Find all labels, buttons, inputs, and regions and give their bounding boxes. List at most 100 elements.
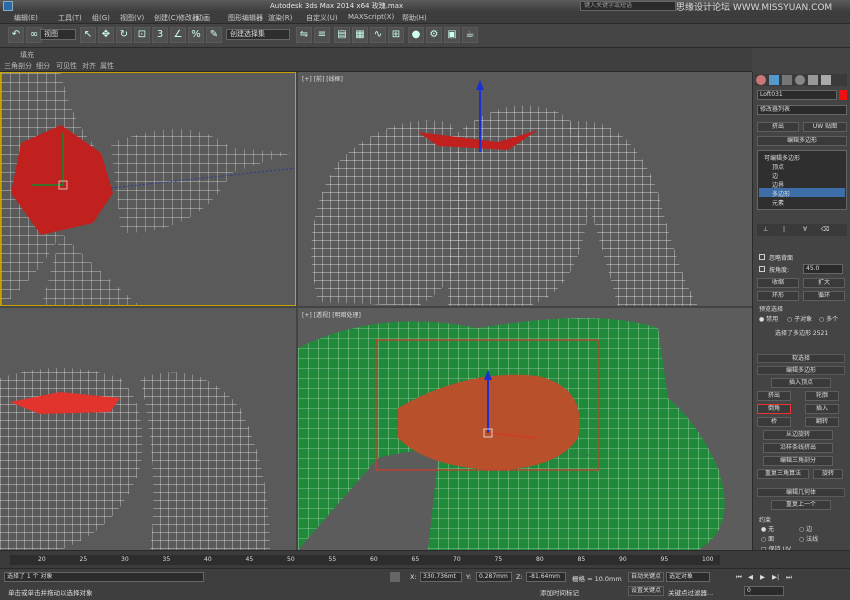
set-key-button[interactable]: 设置关键点 — [628, 586, 664, 596]
turn-button[interactable]: 旋转 — [813, 469, 843, 479]
ignore-backface-checkbox[interactable] — [759, 254, 765, 260]
undo-icon[interactable]: ↶ — [8, 27, 24, 43]
bridge-button[interactable]: 桥 — [757, 417, 791, 427]
mirror-icon[interactable]: ⇋ — [296, 27, 312, 43]
x-coordinate-field[interactable]: 330.736mt — [420, 572, 462, 582]
inset-button[interactable]: 插入 — [805, 404, 839, 414]
selection-filter-dropdown[interactable]: 视图 — [40, 29, 76, 40]
viewport-perspective-label[interactable]: [+] [透视] [明暗处理] — [302, 310, 361, 319]
extrude-along-spline-button[interactable]: 沿样条线挤出 — [763, 443, 833, 453]
time-slider-track[interactable] — [10, 555, 720, 565]
move-icon[interactable]: ✥ — [98, 27, 114, 43]
retriangulate-button[interactable]: 重复三角算法 — [757, 469, 809, 479]
menu-help[interactable]: 帮助(H) — [402, 13, 427, 23]
motion-tab-icon[interactable] — [795, 75, 805, 85]
lock-selection-icon[interactable] — [390, 572, 400, 582]
viewport-perspective[interactable]: [+] [透视] [明暗处理] — [298, 308, 752, 550]
viewport-front[interactable]: [+] [前] [线框] — [298, 72, 752, 306]
menu-tools[interactable]: 工具(T) — [58, 13, 82, 23]
y-coordinate-field[interactable]: 0.287mm — [476, 572, 512, 582]
align-icon[interactable]: ≡ — [314, 27, 330, 43]
app-logo-icon[interactable] — [3, 1, 13, 11]
edit-poly-button[interactable]: 编辑多边形 — [757, 136, 847, 146]
selected-set-dropdown[interactable]: 选定对象 — [666, 572, 710, 582]
display-tab-icon[interactable] — [808, 75, 818, 85]
remove-modifier-icon[interactable]: ⌫ — [821, 226, 829, 233]
soft-selection-rollout[interactable]: 软选择 — [757, 354, 845, 363]
by-angle-checkbox[interactable] — [759, 266, 765, 272]
percent-snap-icon[interactable]: % — [188, 27, 204, 43]
add-time-tag[interactable]: 添加时间标记 — [540, 587, 579, 597]
stack-vertex[interactable]: 顶点 — [772, 162, 784, 171]
ribbon-tab-subdivision[interactable]: 细分 — [36, 61, 50, 71]
ribbon-tab-align[interactable]: 对齐 — [82, 61, 96, 71]
snap-icon[interactable]: 3 — [152, 27, 168, 43]
key-filters-button[interactable]: 关键点过滤器... — [668, 587, 713, 597]
shrink-button[interactable]: 收缩 — [757, 278, 799, 288]
show-end-result-icon[interactable]: | — [783, 226, 785, 233]
menu-group[interactable]: 组(G) — [92, 13, 110, 23]
edit-triangulation-button[interactable]: 编辑三角剖分 — [763, 456, 833, 466]
extrude-button[interactable]: 挤出 — [757, 391, 791, 401]
menu-animation[interactable]: 动画 — [196, 13, 210, 23]
auto-key-button[interactable]: 自动关键点 — [628, 572, 664, 582]
pin-stack-icon[interactable]: ⊥ — [763, 226, 768, 233]
edit-named-selection-icon[interactable]: ✎ — [206, 27, 222, 43]
current-frame-field[interactable]: 0 — [744, 586, 784, 596]
render-icon[interactable]: ☕ — [462, 27, 478, 43]
hinge-from-edge-button[interactable]: 从边旋转 — [763, 430, 833, 440]
preview-multi-radio[interactable]: ○ 多个 — [819, 314, 838, 323]
constraint-face-radio[interactable]: ○ 面 — [761, 534, 774, 543]
ribbon-tab-triangulation[interactable]: 三角剖分 — [4, 61, 32, 71]
stack-editable-poly[interactable]: 可编辑多边形 — [764, 153, 800, 162]
ring-button[interactable]: 环形 — [757, 291, 799, 301]
modify-tab-icon[interactable] — [769, 75, 779, 85]
z-coordinate-field[interactable]: -81.64mm — [526, 572, 566, 582]
go-end-icon[interactable]: ⏭ — [786, 573, 792, 582]
object-color-swatch[interactable] — [839, 90, 847, 100]
schematic-icon[interactable]: ⊞ — [388, 27, 404, 43]
preview-subobject-radio[interactable]: ○ 子对象 — [787, 314, 812, 323]
layer-icon[interactable]: ▤ — [334, 27, 350, 43]
preview-disable-radio[interactable]: ● 禁用 — [759, 314, 778, 323]
next-frame-icon[interactable]: ▶| — [772, 573, 779, 581]
rotate-icon[interactable]: ↻ — [116, 27, 132, 43]
menu-graph-editors[interactable]: 图形编辑器 — [228, 13, 263, 23]
stack-edge[interactable]: 边 — [772, 171, 778, 180]
help-search-input[interactable]: 键入关键字或短语 — [580, 1, 676, 11]
flip-button[interactable]: 翻转 — [805, 417, 839, 427]
constraint-edge-radio[interactable]: ○ 边 — [799, 524, 812, 533]
menu-edit[interactable]: 编辑(E) — [14, 13, 38, 23]
viewport-top-left[interactable] — [0, 72, 296, 306]
material-editor-icon[interactable]: ● — [408, 27, 424, 43]
render-setup-icon[interactable]: ⚙ — [426, 27, 442, 43]
scale-icon[interactable]: ⊡ — [134, 27, 150, 43]
bevel-button[interactable]: 倒角 — [757, 404, 791, 414]
edit-geometry-rollout[interactable]: 编辑几何体 — [757, 488, 845, 497]
menu-views[interactable]: 视图(V) — [120, 13, 144, 23]
graphite-icon[interactable]: ▦ — [352, 27, 368, 43]
menu-create[interactable]: 创建(C) — [154, 13, 178, 23]
render-frame-icon[interactable]: ▣ — [444, 27, 460, 43]
constraint-none-radio[interactable]: ● 无 — [761, 524, 774, 533]
go-start-icon[interactable]: ⏮ — [736, 573, 742, 582]
utilities-tab-icon[interactable] — [821, 75, 831, 85]
select-object-icon[interactable]: ↖ — [80, 27, 96, 43]
timeline[interactable]: 20 25 30 35 40 45 50 55 60 65 70 75 80 85 90 95 100 — [0, 550, 850, 568]
uvw-map-button[interactable]: UW 贴图 — [803, 122, 847, 132]
stack-element[interactable]: 元素 — [772, 198, 784, 207]
modifier-list-dropdown[interactable]: 修改器列表 — [757, 105, 847, 115]
prev-frame-icon[interactable]: ◀ — [748, 573, 753, 581]
menu-maxscript[interactable]: MAXScript(X) — [348, 13, 394, 21]
ribbon-tab-properties[interactable]: 属性 — [100, 61, 114, 71]
play-icon[interactable]: ▶ — [760, 573, 765, 581]
menu-customize[interactable]: 自定义(U) — [306, 13, 338, 23]
insert-vertex-button[interactable]: 插入顶点 — [771, 378, 831, 388]
loop-button[interactable]: 循环 — [803, 291, 845, 301]
by-angle-field[interactable]: 45.0 — [803, 264, 843, 274]
edit-polygons-rollout[interactable]: 编辑多边形 — [757, 366, 845, 375]
stack-polygon[interactable]: 多边形 — [772, 189, 790, 198]
viewport-front-label[interactable]: [+] [前] [线框] — [302, 74, 343, 83]
ribbon-tab-visibility[interactable]: 可见性 — [56, 61, 77, 71]
named-selection-dropdown[interactable]: 创建选择集 — [226, 29, 290, 40]
